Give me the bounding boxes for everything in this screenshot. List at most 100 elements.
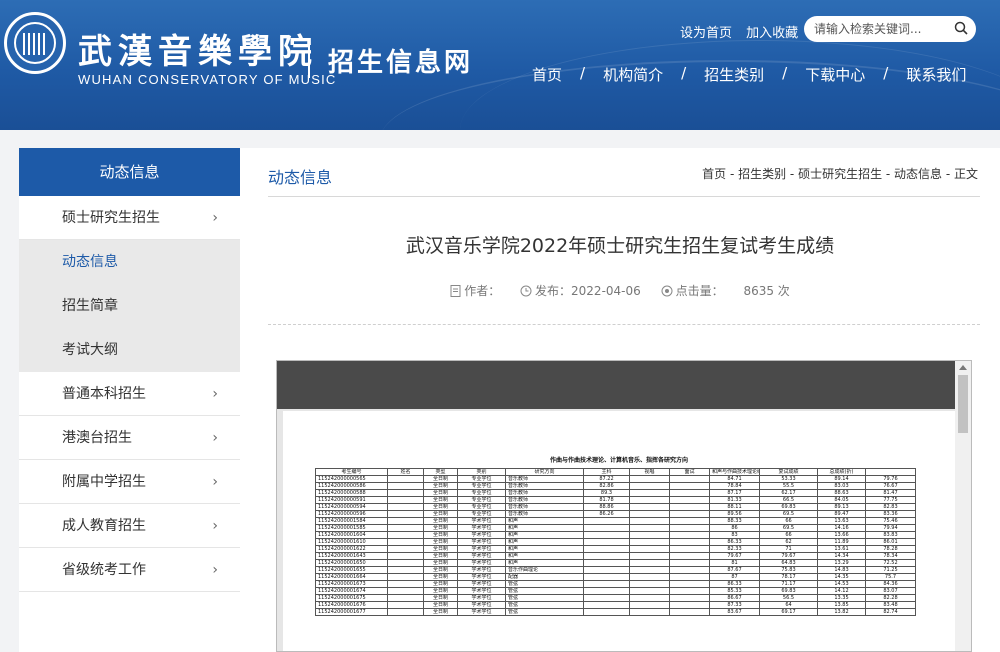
sidebar-item-affiliated-school[interactable]: 附属中学招生 ›: [19, 460, 240, 504]
table-header-cell: 类型: [423, 468, 458, 476]
school-emblem-icon[interactable]: [4, 12, 66, 74]
sidebar-item-provincial-exam[interactable]: 省级统考工作 ›: [19, 548, 240, 592]
table-cell: [629, 566, 670, 574]
sidebar-subitem-news[interactable]: 动态信息: [19, 240, 240, 284]
table-cell: 13.29: [817, 559, 866, 567]
table-cell: 专业学位: [457, 489, 506, 497]
table-cell: [669, 496, 710, 504]
table-cell: 87.33: [709, 601, 760, 609]
nav-home[interactable]: 首页: [520, 64, 574, 85]
table-cell: [669, 573, 710, 581]
scroll-thumb[interactable]: [958, 375, 968, 433]
table-cell: 88.33: [709, 517, 760, 525]
table-cell: [387, 608, 424, 616]
table-cell: 和声: [505, 552, 584, 560]
table-cell: 89.47: [817, 510, 866, 518]
school-name-cn[interactable]: 武漢音樂學院: [78, 24, 318, 73]
table-cell: [387, 503, 424, 511]
table-cell: [629, 475, 670, 483]
nav-downloads[interactable]: 下载中心: [793, 64, 877, 85]
viewer-scrollbar[interactable]: [955, 361, 971, 651]
sidebar-item-hmt[interactable]: 港澳台招生 ›: [19, 416, 240, 460]
school-name-en[interactable]: WUHAN CONSERVATORY OF MUSIC: [78, 72, 336, 87]
breadcrumb[interactable]: 首页 - 招生类别 - 硕士研究生招生 - 动态信息 - 正文: [702, 165, 978, 182]
table-cell: [387, 489, 424, 497]
sidebar-item-adult-education[interactable]: 成人教育招生 ›: [19, 504, 240, 548]
table-header-row: 考生编号姓名类型类别研究方向主科视唱面试和声与作曲技术理论综合复试成绩总成绩(折…: [315, 468, 916, 476]
table-cell: 专业学位: [457, 496, 506, 504]
nav-admission-categories[interactable]: 招生类别: [692, 64, 776, 85]
table-cell: 69.17: [759, 608, 818, 616]
table-cell: 音乐作曲理论: [505, 566, 584, 574]
table-cell: 14.34: [817, 552, 866, 560]
table-cell: 82.28: [865, 594, 916, 602]
add-favorite-link[interactable]: 加入收藏: [746, 26, 798, 41]
table-row: 115242000001604 全日制 学术学位 和声 83 66 13.66 83.83: [315, 531, 916, 539]
table-cell: 115242000001584: [315, 517, 388, 525]
table-cell: 13.66: [817, 531, 866, 539]
table-cell: 55.5: [759, 482, 818, 490]
table-cell: 管弦: [505, 580, 584, 588]
table-cell: 75.46: [865, 517, 916, 525]
table-cell: 71.25: [865, 566, 916, 574]
table-cell: 89.56: [709, 510, 760, 518]
table-header-cell: 研究方向: [505, 468, 584, 476]
nav-about[interactable]: 机构简介: [591, 64, 675, 85]
table-cell: 管弦: [505, 608, 584, 616]
table-row: 115242000001610 全日制 学术学位 和声 86.33 62 11.89 86.0…: [315, 538, 916, 546]
table-cell: 13.63: [817, 517, 866, 525]
table-cell: 音乐教师: [505, 503, 584, 511]
table-cell: 83.07: [865, 587, 916, 595]
table-cell: 14.35: [817, 573, 866, 581]
nav-contact[interactable]: 联系我们: [894, 64, 978, 85]
search-input[interactable]: [814, 22, 944, 36]
sidebar: 动态信息 硕士研究生招生 › 动态信息 招生简章 考试大纲 普通本科招生 › 港…: [19, 148, 240, 652]
nav-separator: /: [782, 64, 788, 82]
table-cell: 84.05: [817, 496, 866, 504]
table-cell: 86.01: [865, 538, 916, 546]
sidebar-item-label: 硕士研究生招生: [62, 210, 160, 226]
table-cell: 75.83: [759, 566, 818, 574]
table-cell: 11.89: [817, 538, 866, 546]
table-row: 115242000000594 全日制 专业学位 音乐教师 88.86 88.11 69.8…: [315, 503, 916, 511]
sidebar-subitem-brochure[interactable]: 招生简章: [19, 284, 240, 328]
sidebar-item-label: 成人教育招生: [62, 518, 146, 534]
table-cell: 56.5: [759, 594, 818, 602]
table-cell: 13.61: [817, 545, 866, 553]
table-cell: [669, 580, 710, 588]
table-cell: 全日制: [423, 552, 458, 560]
table-cell: 学术学位: [457, 517, 506, 525]
table-cell: 全日制: [423, 482, 458, 490]
table-cell: [629, 489, 670, 497]
table-cell: [387, 580, 424, 588]
table-cell: [629, 573, 670, 581]
table-row: 115242000000596 全日制 专业学位 音乐教师 86.26 89.56 69.5…: [315, 510, 916, 518]
table-cell: 62.17: [759, 489, 818, 497]
table-cell: 83.48: [865, 601, 916, 609]
sidebar-item-graduate[interactable]: 硕士研究生招生 ›: [19, 196, 240, 240]
table-cell: 专业学位: [457, 510, 506, 518]
site-header: 武漢音樂學院 WUHAN CONSERVATORY OF MUSIC 招生信息网…: [0, 0, 1000, 130]
scroll-up-icon[interactable]: [959, 365, 967, 370]
table-cell: [387, 475, 424, 483]
table-cell: 全日制: [423, 587, 458, 595]
set-homepage-link[interactable]: 设为首页: [680, 26, 732, 41]
table-cell: 音乐教师: [505, 489, 584, 497]
table-cell: [583, 573, 630, 581]
pdf-viewer[interactable]: 作曲与作曲技术理论、计算机音乐、指挥各研究方向 考生编号 姓名 类型 类别 研究方向 主科…: [276, 360, 972, 652]
table-cell: 全日制: [423, 503, 458, 511]
table-cell: 全日制: [423, 594, 458, 602]
table-cell: [669, 531, 710, 539]
table-cell: [669, 552, 710, 560]
chevron-right-icon: ›: [212, 518, 218, 534]
table-cell: 87: [709, 573, 760, 581]
search-icon[interactable]: [954, 21, 968, 35]
table-cell: 82.83: [865, 503, 916, 511]
sidebar-item-undergraduate[interactable]: 普通本科招生 ›: [19, 372, 240, 416]
table-cell: [629, 510, 670, 518]
table-row: 115242000000588 全日制 专业学位 音乐教师 89.3 87.17 62.17…: [315, 489, 916, 497]
site-name[interactable]: 招生信息网: [328, 42, 473, 79]
sidebar-subitem-syllabus[interactable]: 考试大纲: [19, 328, 240, 372]
table-cell: 专业学位: [457, 482, 506, 490]
table-row: 115242000001650 全日制 学术学位 和声 81 64.83 13.29 72.5…: [315, 559, 916, 567]
